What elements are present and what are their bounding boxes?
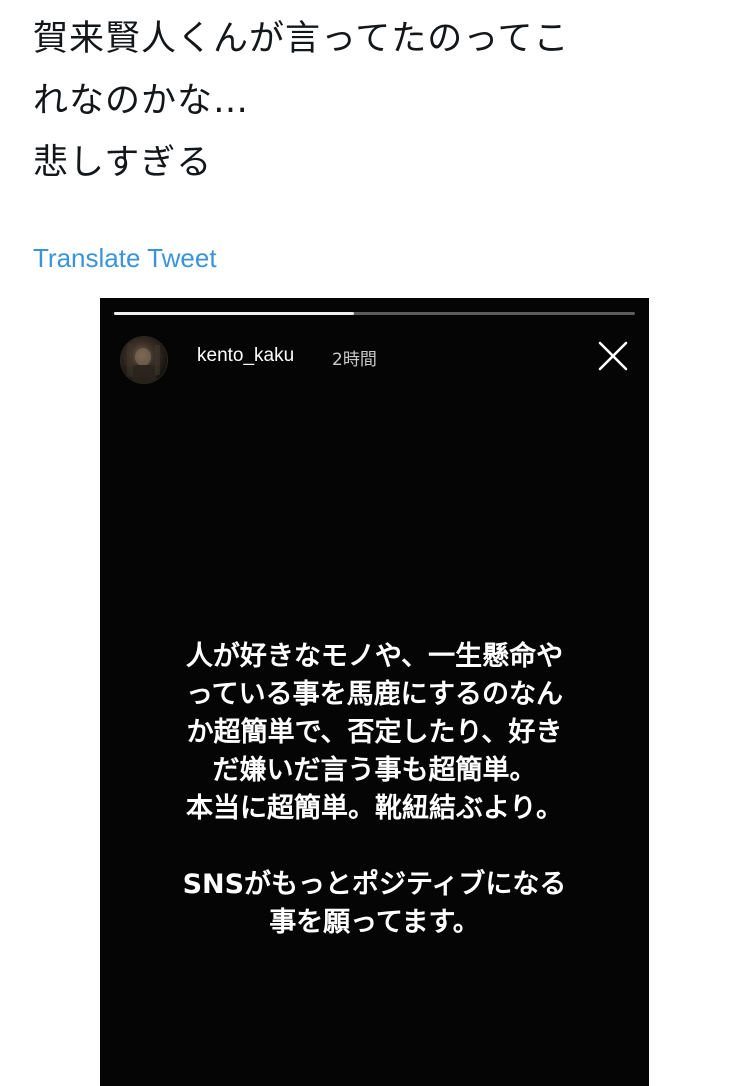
tweet-text-line: 悲しすぎる — [33, 143, 213, 183]
story-message-line: だ嫌いだ言う事も超簡単。 — [212, 755, 537, 786]
tweet-text: 賀来賢人くんが言ってたのってこ れなのかな… 悲しすぎる — [33, 8, 723, 194]
story-message-line: 人が好きなモノや、一生懸命や — [185, 641, 564, 672]
story-message-line: SNSがもっとポジティブになる — [182, 869, 567, 900]
story-message-line: か超簡単で、否定したり、好き — [186, 717, 563, 748]
story-timestamp: 2時間 — [332, 350, 377, 370]
close-icon[interactable] — [595, 338, 631, 374]
story-screenshot-image[interactable]: kento_kaku 2時間 人が好きなモノや、一生懸命や っている事を馬鹿にす… — [100, 298, 649, 1086]
story-message-line: 本当に超簡単。靴紐結ぶより。 — [186, 793, 563, 824]
tweet-text-line: れなのかな… — [33, 81, 250, 121]
story-username[interactable]: kento_kaku — [197, 345, 294, 367]
story-message: 人が好きなモノや、一生懸命や っている事を馬鹿にするのなん か超簡単で、否定した… — [100, 638, 649, 942]
story-progress-bar — [114, 312, 635, 315]
avatar[interactable] — [120, 336, 168, 384]
story-message-line: っている事を馬鹿にするのなん — [186, 679, 563, 710]
translate-tweet-link[interactable]: Translate Tweet — [33, 243, 217, 274]
tweet-text-line: 賀来賢人くんが言ってたのってこ — [33, 19, 570, 59]
story-message-line: 事を願ってます。 — [269, 907, 480, 938]
story-progress-fill — [114, 312, 354, 315]
